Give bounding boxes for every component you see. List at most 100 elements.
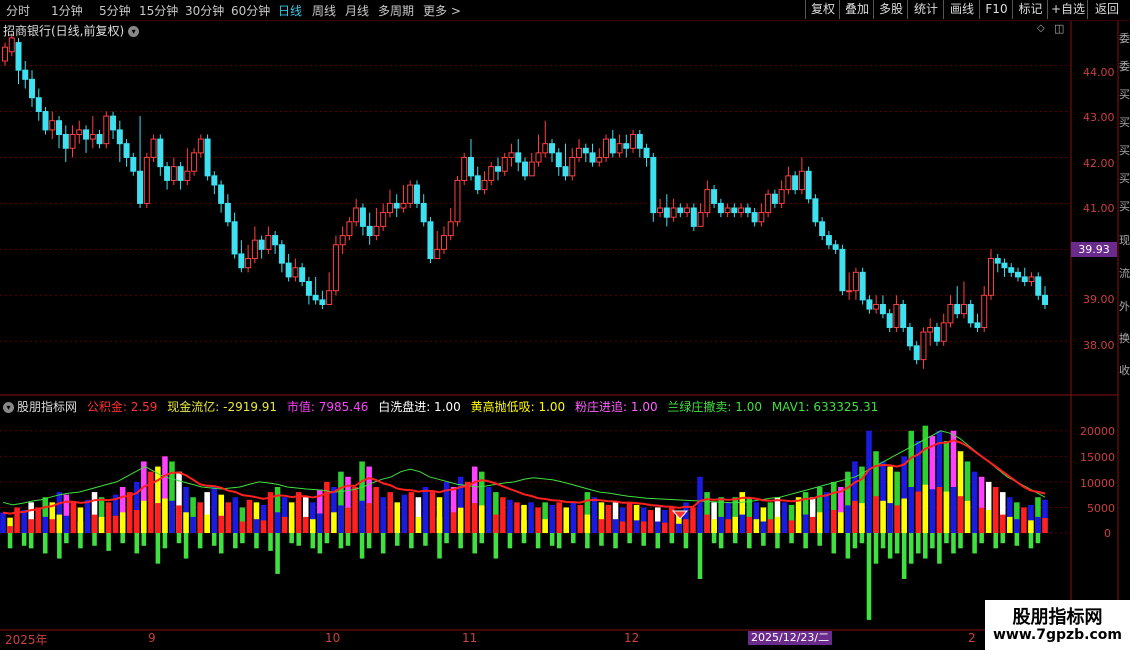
indicator-negative-bar	[155, 533, 161, 564]
candle-body	[467, 156, 474, 177]
side-label: 买	[1119, 88, 1130, 101]
candle-body	[278, 244, 285, 264]
indicator-bar-inner	[831, 510, 837, 533]
candle-body	[299, 267, 306, 283]
side-label: 买	[1119, 116, 1130, 129]
indicator-negative-bar	[134, 533, 140, 554]
candle-body	[771, 193, 778, 204]
indicator-bar-inner	[943, 491, 950, 533]
diamond-icon[interactable]: ◇	[1037, 23, 1045, 34]
indicator-bar-inner	[591, 516, 598, 533]
indicator-negative-bar	[409, 533, 414, 549]
indicator-bar-inner	[450, 512, 457, 533]
indicator-bar-inner	[971, 505, 978, 533]
indicator-negative-bar	[1035, 533, 1041, 544]
indicator-bar-inner	[612, 519, 619, 533]
indicator-bar-inner	[359, 500, 365, 533]
indicator-value: 兰绿庄撤卖: 1.00	[667, 400, 762, 414]
candle-body	[305, 281, 312, 296]
candle-body	[886, 313, 893, 328]
candle-body	[245, 258, 252, 269]
indicator-bar-inner	[112, 515, 119, 533]
candle-body	[744, 207, 751, 214]
indicator-bar-inner	[640, 521, 647, 533]
chevron-down-icon[interactable]: ▾	[128, 26, 140, 37]
indicator-negative-bar	[366, 533, 372, 549]
indicator-negative-bar	[359, 533, 365, 559]
indicator-bar-inner	[788, 520, 795, 533]
indicator-negative-bar	[887, 533, 893, 559]
candle-body	[711, 189, 718, 204]
indicator-bar-inner	[711, 519, 717, 533]
indicator-negative-bar	[873, 533, 879, 564]
candle-body	[690, 207, 697, 227]
candle-body	[366, 225, 373, 237]
indicator-bar-inner	[978, 507, 985, 533]
indicator-bar-inner	[169, 500, 175, 533]
indicator-bar	[1021, 507, 1027, 533]
indicator-negative-bar	[775, 533, 780, 549]
candle-body	[893, 303, 900, 328]
candle-body	[785, 175, 792, 191]
candle-body	[974, 322, 981, 328]
chart-canvas[interactable]	[0, 0, 1130, 650]
indicator-bar-inner	[486, 512, 492, 533]
indicator-negative-bar	[106, 533, 111, 551]
candle-body	[461, 156, 468, 181]
indicator-negative-bar	[916, 533, 921, 554]
indicator-negative-bar	[1014, 533, 1020, 546]
indicator-bar-inner	[134, 510, 140, 533]
indicator-bar	[295, 492, 302, 533]
candle-body	[231, 221, 238, 255]
indicator-negative-bar	[458, 533, 463, 549]
indicator-negative-bar	[761, 533, 766, 546]
candle-body	[920, 331, 927, 361]
candle-body	[589, 152, 596, 163]
candle-body	[859, 271, 866, 301]
indicator-bar-inner	[457, 507, 464, 533]
indicator-bar-inner	[563, 521, 570, 533]
candle-body	[150, 138, 157, 158]
candle-body	[1014, 271, 1021, 278]
indicator-bar-inner	[260, 520, 267, 533]
indicator-bar-inner	[823, 514, 830, 533]
indicator-bar-inner	[683, 519, 689, 533]
candle-body	[792, 175, 799, 191]
indicator-bar-inner	[781, 519, 788, 533]
indicator-negative-bar	[831, 533, 837, 554]
candle-body	[29, 78, 36, 99]
candle-body	[292, 267, 299, 278]
indicator-bar-inner	[415, 516, 422, 533]
candle-body	[677, 207, 684, 214]
indicator-negative-bar	[211, 533, 217, 546]
date-label: 9	[148, 631, 156, 645]
indicator-bars	[0, 425, 1048, 620]
indicator-bar-inner	[676, 523, 682, 533]
indicator-bar-inner	[204, 514, 210, 533]
indicator-negative-bar	[289, 533, 294, 544]
candle-body	[42, 111, 49, 131]
candle-body	[852, 271, 859, 292]
ind-tick: 10000	[1080, 477, 1115, 490]
indicator-negative-bar	[901, 533, 907, 579]
indicator-bar-inner	[366, 503, 372, 533]
indicator-bar-inner	[119, 512, 126, 533]
candle-body	[380, 212, 387, 227]
indicator-bar-inner	[211, 512, 217, 533]
watermark-url: www.7gpzb.com	[992, 627, 1122, 643]
indicator-bar-inner	[302, 516, 309, 533]
indicator-bar-inner	[816, 512, 823, 533]
candle-body	[204, 138, 211, 177]
window-icon[interactable]: ◫	[1054, 22, 1064, 35]
indicator-title-bar: ▾ 股朋指标网 公积金: 2.59 现金流亿: -2919.91 市值: 7985…	[3, 398, 884, 415]
indicator-bar-inner	[866, 487, 872, 533]
indicator-bar	[556, 502, 562, 533]
indicator-bar-inner	[239, 521, 246, 533]
chevron-down-icon[interactable]: ▾	[3, 402, 14, 413]
indicator-bar-inner	[922, 484, 929, 533]
candle-body	[879, 303, 886, 315]
candle-body	[906, 326, 913, 347]
indicator-negative-bar	[233, 533, 238, 549]
indicator-bar-inner	[662, 522, 668, 533]
indicator-bar-inner	[957, 496, 964, 533]
